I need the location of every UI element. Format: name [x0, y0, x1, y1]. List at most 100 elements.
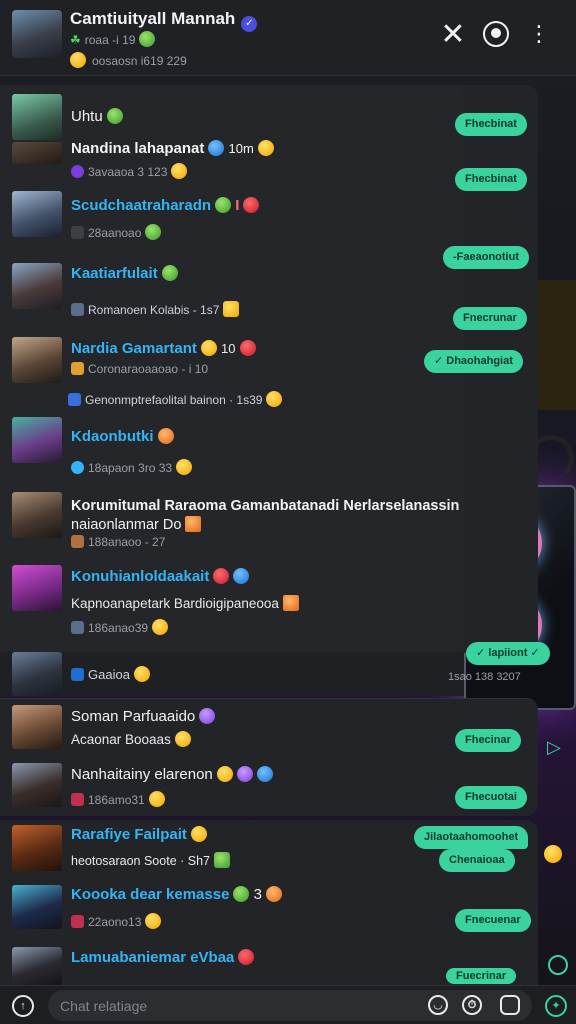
sender-name: Konuhianloldaakait — [71, 568, 250, 585]
message-text: Acaonar Booaas — [71, 731, 191, 747]
emoji-icon — [185, 516, 202, 532]
sender-name: Kaatiarfulait — [71, 265, 178, 282]
emoji-icon — [70, 52, 86, 68]
outgoing-bubble[interactable]: Fhecbinat — [455, 168, 527, 191]
avatar — [12, 94, 62, 140]
avatar — [12, 263, 62, 309]
emoji-icon — [282, 595, 299, 611]
member-count: oosaosn i619 229 — [70, 52, 187, 68]
emoji-icon — [133, 666, 150, 682]
emoji-icon — [174, 731, 191, 747]
file-icon — [71, 535, 84, 548]
sender-name: Nanhaitainy elarenon — [71, 766, 273, 783]
emoji-icon — [256, 766, 273, 782]
sender-name: Nandina lahapanat 10m — [71, 140, 274, 157]
record-icon[interactable] — [548, 955, 568, 975]
avatar — [12, 142, 62, 164]
list-item[interactable]: Gaaioa — [0, 652, 464, 696]
message-input-container: ◡ ⏱ — [48, 990, 532, 1021]
emoji-icon — [145, 913, 162, 929]
sender-name: Soman Parfuaaido — [71, 708, 216, 725]
outgoing-bubble[interactable]: Fhecbinat — [455, 113, 527, 136]
pin-icon — [71, 226, 84, 239]
outgoing-bubble[interactable]: Fhecuotai — [455, 786, 527, 809]
message-meta: 186anao39 — [71, 619, 169, 635]
message-text: Kapnoanapetark Bardioigipaneooa — [71, 595, 299, 611]
attach-icon[interactable]: ↑ — [12, 995, 34, 1017]
gif-icon[interactable] — [500, 995, 520, 1015]
emoji-icon — [266, 391, 283, 407]
outgoing-bubble[interactable]: Fuecrinar — [446, 968, 517, 984]
emoji-icon — [171, 163, 188, 179]
message-text: Genonmptrefaolital bainon · 1s39 — [68, 391, 283, 407]
emoji-icon — [233, 886, 250, 902]
clock-icon[interactable]: ⏱ — [462, 995, 482, 1015]
message-meta: 22aono13 — [71, 913, 162, 929]
avatar — [12, 652, 62, 696]
group-title[interactable]: Camtiuityall Mannah ✓ — [70, 9, 258, 32]
emoji-icon — [223, 301, 240, 317]
message-text: heotosaraon Soote · Sh7 — [71, 852, 230, 868]
chat-header: Camtiuityall Mannah ✓ ☘ roaa -i 19 oosaosn… — [0, 0, 576, 76]
emoji-icon — [145, 224, 162, 240]
emoji-icon — [139, 31, 156, 47]
message-list: Uhtu Nandina lahapanat 10m 3avaaoa 3 123… — [0, 85, 464, 653]
message-timestamp: 1sao 138 3207 — [448, 671, 521, 683]
star-icon — [71, 362, 84, 375]
link-icon — [71, 668, 84, 681]
avatar — [12, 947, 62, 985]
presence-icon: ☘ — [70, 33, 81, 47]
outgoing-bubble[interactable]: ✓ Dhaohahgiat — [424, 350, 523, 373]
emoji-picker-icon[interactable]: ◡ — [428, 995, 448, 1015]
emoji-icon — [236, 766, 253, 782]
emoji-icon — [238, 949, 255, 965]
outgoing-bubble[interactable]: Fnecrunar — [453, 307, 527, 330]
avatar — [12, 492, 62, 538]
send-arrow-icon[interactable]: ▷ — [547, 737, 561, 758]
emoji-icon — [148, 791, 165, 807]
outgoing-bubble[interactable]: ✓ lapiiont ✓ — [466, 642, 550, 665]
avatar — [12, 337, 62, 383]
sender-name: Koooka dear kemasse 3 — [71, 886, 282, 903]
outgoing-bubble[interactable]: Fhecinar — [455, 729, 521, 752]
message-input[interactable] — [60, 990, 420, 1021]
group-avatar[interactable] — [12, 10, 62, 58]
voice-icon[interactable]: ✦ — [545, 995, 567, 1017]
outgoing-bubble[interactable]: -Faeaonotiut — [443, 246, 529, 269]
emoji-icon — [190, 826, 207, 842]
sender-name: Rarafiye Failpait — [71, 826, 207, 843]
emoji-icon — [161, 265, 178, 281]
presence-status: ☘ roaa -i 19 — [70, 31, 156, 47]
sender-name: Nardia Gamartant 10 — [71, 340, 256, 357]
emoji-icon — [106, 108, 123, 124]
outgoing-bubble[interactable]: Fnecuenar — [455, 909, 531, 932]
sender-name: Uhtu — [71, 108, 123, 125]
emoji-icon[interactable] — [544, 845, 562, 863]
outgoing-bubble[interactable]: Chenaioaa — [439, 849, 515, 872]
verified-icon: ✓ — [241, 16, 258, 32]
close-icon[interactable]: ✕ — [437, 18, 469, 51]
emoji-icon — [233, 568, 250, 584]
emoji-icon — [208, 140, 225, 156]
outgoing-bubble[interactable]: Jilaotaahomoohet — [414, 826, 529, 849]
message-meta: 28aanoao — [71, 224, 162, 240]
emoji-icon — [257, 140, 274, 156]
reaction-icon — [71, 165, 84, 178]
emoji-icon — [265, 886, 282, 902]
more-options-icon[interactable]: ⋮ — [523, 18, 555, 50]
sender-name: Scudchaatraharadn I — [71, 197, 260, 214]
sender-name: Lamuabaniemar eVbaa — [71, 949, 255, 966]
attachment-icon — [71, 621, 84, 634]
attachment-icon — [71, 303, 84, 316]
emoji-icon — [157, 428, 174, 444]
emoji-icon — [199, 708, 216, 724]
avatar — [12, 825, 62, 871]
message-meta: 18apaon 3ro 33 — [71, 459, 193, 475]
avatar — [12, 565, 62, 611]
emoji-icon — [200, 340, 217, 356]
avatar — [12, 705, 62, 749]
link-icon — [68, 393, 81, 406]
status-circle-icon[interactable] — [480, 18, 512, 50]
reply-icon — [71, 461, 84, 474]
emoji-icon — [215, 197, 232, 213]
